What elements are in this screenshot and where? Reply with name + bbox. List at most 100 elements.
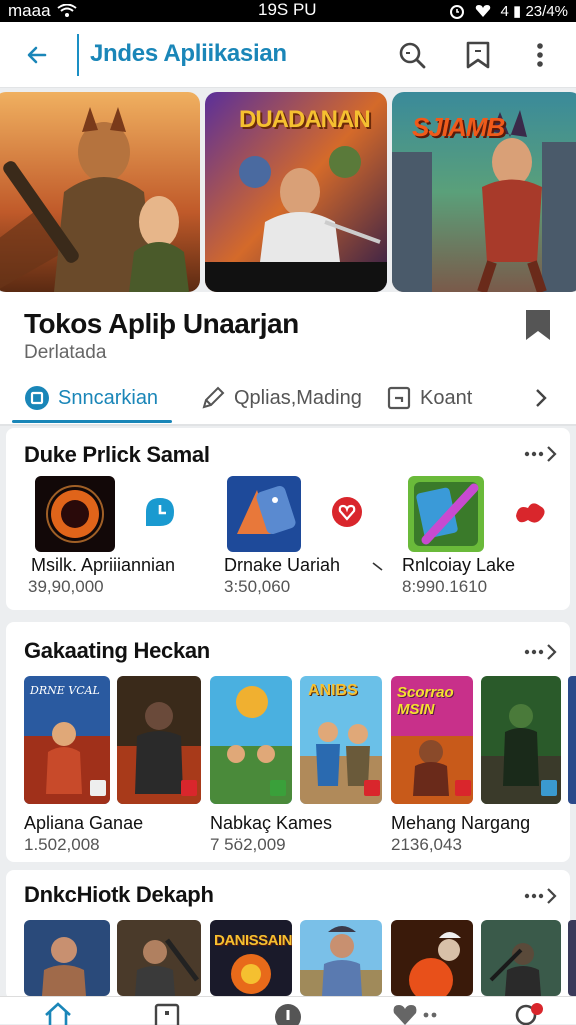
- clock-badge-icon: [146, 498, 174, 526]
- carrier-label: maaa: [8, 1, 51, 20]
- nav-info[interactable]: [271, 1001, 305, 1025]
- app-icon-drnake[interactable]: [227, 476, 301, 552]
- app-name: Rnlcoiay Lake: [402, 555, 516, 575]
- tabs-divider: [0, 424, 576, 426]
- game-tile-9[interactable]: DANISSAINS: [210, 920, 292, 996]
- title-divider: [77, 34, 79, 76]
- game-tile-4[interactable]: ANIBS: [300, 676, 382, 804]
- nav-apps[interactable]: [150, 1001, 184, 1025]
- battery-text: 4 ▮ 23/4%: [500, 3, 568, 20]
- app-bar: Jndes Apliikasian: [0, 22, 576, 88]
- game-name: Nabkaç Kames: [210, 813, 333, 833]
- tile-caption: ANIBS: [308, 682, 358, 699]
- tab-koant[interactable]: Koant: [386, 382, 472, 414]
- nav-search[interactable]: [512, 1001, 546, 1025]
- game-count: 1.502,008: [24, 835, 100, 854]
- game-tile-peek: [568, 920, 576, 996]
- game-tile-2[interactable]: [117, 676, 201, 804]
- bookmark-button[interactable]: [459, 36, 497, 74]
- signal-heart-icon: [475, 5, 490, 17]
- heart-dots-icon: [393, 1005, 437, 1025]
- store-tabs: Snncarkian Qplias,Mading Koant: [0, 372, 576, 424]
- tab-qplias-mading[interactable]: Qplias,Mading: [200, 382, 362, 414]
- tab-snncarkian[interactable]: Snncarkian: [24, 382, 158, 414]
- info-icon: [275, 1004, 301, 1025]
- tab-label: Snncarkian: [58, 386, 159, 409]
- game-tile-5[interactable]: Scorrao MSIN: [391, 676, 473, 804]
- arrow-small-icon: [372, 562, 383, 571]
- section-more-button[interactable]: [524, 640, 560, 664]
- store-subtitle: Derlatada: [24, 342, 107, 363]
- tab-label: Koant: [420, 386, 473, 409]
- alarm-icon: [449, 5, 464, 19]
- game-tile-6[interactable]: [481, 676, 561, 804]
- tile-caption: Scorrao MSIN: [397, 684, 454, 718]
- game-art: [24, 920, 110, 996]
- app-name: Drnake Uariah: [224, 555, 341, 575]
- game-count: 7 5ö2,009: [210, 835, 286, 854]
- game-tile-11[interactable]: [391, 920, 473, 996]
- grid-icon: [154, 1003, 180, 1025]
- overflow-menu-button[interactable]: [521, 36, 559, 74]
- game-art: [481, 920, 561, 996]
- clock: 19S PU: [258, 0, 317, 19]
- search-badge-icon: [515, 1003, 543, 1025]
- section-title: DnkcHiotk Dekaph: [24, 882, 214, 907]
- section-more-button[interactable]: [524, 884, 560, 908]
- splash-badge-icon: [516, 503, 545, 523]
- banner-warrior-art: [0, 92, 200, 292]
- banner-warrior[interactable]: [0, 92, 200, 292]
- game-tile-10[interactable]: [300, 920, 382, 996]
- app-count: 39,90,000: [28, 577, 104, 596]
- tab-label: Qplias,Mading: [234, 386, 362, 409]
- pencil-icon: [202, 386, 225, 409]
- game-tile-1[interactable]: DRNE VCAL: [24, 676, 110, 804]
- more-arrow-icon: [524, 888, 557, 904]
- active-tab-indicator: [12, 420, 172, 423]
- game-art: [117, 676, 201, 804]
- square-icon: [25, 386, 49, 410]
- bookmark-icon: [466, 41, 490, 69]
- banner-sjiamb[interactable]: SJIAMB: [392, 92, 576, 292]
- box-icon: [387, 386, 411, 410]
- heart-badge-icon: [332, 497, 362, 527]
- search-icon: [399, 42, 426, 69]
- game-tile-3[interactable]: [210, 676, 292, 804]
- section-title: Duke Prlick Samal: [24, 442, 210, 467]
- game-count: 2136,043: [391, 835, 462, 854]
- game-tile-12[interactable]: [481, 920, 561, 996]
- more-vertical-icon: [537, 43, 543, 67]
- tabs-scroll-right-button[interactable]: [534, 382, 548, 414]
- more-arrow-icon: [524, 446, 557, 462]
- app-art: [408, 476, 484, 552]
- wifi-icon: [56, 4, 77, 17]
- app-count: 8:990.1610: [402, 577, 488, 596]
- app-art: [35, 476, 115, 552]
- nav-home[interactable]: [41, 1001, 75, 1025]
- page-title: Jndes Apliikasian: [90, 40, 287, 67]
- store-title: Tokos Apliþ Unaarjan: [24, 308, 299, 339]
- section-more-button[interactable]: [524, 442, 560, 466]
- app-count: 3:50,060: [224, 577, 291, 596]
- app-icon-msilk[interactable]: [35, 476, 115, 552]
- game-art: [117, 920, 201, 996]
- home-icon: [45, 1002, 71, 1025]
- game-tile-8[interactable]: [117, 920, 201, 996]
- game-name: Apliana Ganae: [24, 813, 144, 833]
- nav-favorites[interactable]: [391, 1001, 445, 1025]
- banner-duadanan[interactable]: DUADANAN: [205, 92, 387, 292]
- back-button[interactable]: [18, 36, 56, 74]
- banner-duadanan-caption: DUADANAN: [239, 106, 371, 133]
- bookmark-filled-icon[interactable]: [524, 308, 552, 342]
- chevron-right-icon: [536, 389, 547, 407]
- game-name: Mehang Nargang: [391, 813, 531, 833]
- game-tile-7[interactable]: [24, 920, 110, 996]
- more-arrow-icon: [524, 644, 557, 660]
- bottom-navigation: [0, 996, 576, 1025]
- app-icon-rnlcoiay[interactable]: [408, 476, 484, 552]
- game-art: [210, 676, 292, 804]
- search-button[interactable]: [393, 36, 431, 74]
- status-bar: maaa 19S PU 4 ▮ 23/4%: [0, 0, 576, 22]
- tile-caption: DANISSAINS: [214, 932, 292, 949]
- banner-sjiamb-caption: SJIAMB: [412, 112, 505, 142]
